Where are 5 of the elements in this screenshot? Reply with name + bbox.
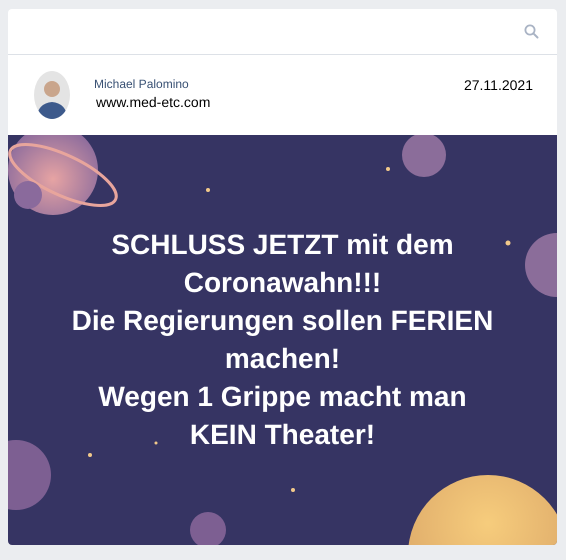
website-link[interactable]: www.med-etc.com <box>94 94 210 110</box>
author-name[interactable]: Michael Palomino <box>94 76 210 90</box>
post-date: 27.11.2021 <box>464 77 533 93</box>
avatar[interactable] <box>34 71 70 119</box>
post-image-text: SCHLUSS JETZT mit dem Coronawahn!!! Die Regierungen sollen FERIEN machen! Wegen 1 Grippe macht man KEIN Theater! <box>72 228 494 452</box>
